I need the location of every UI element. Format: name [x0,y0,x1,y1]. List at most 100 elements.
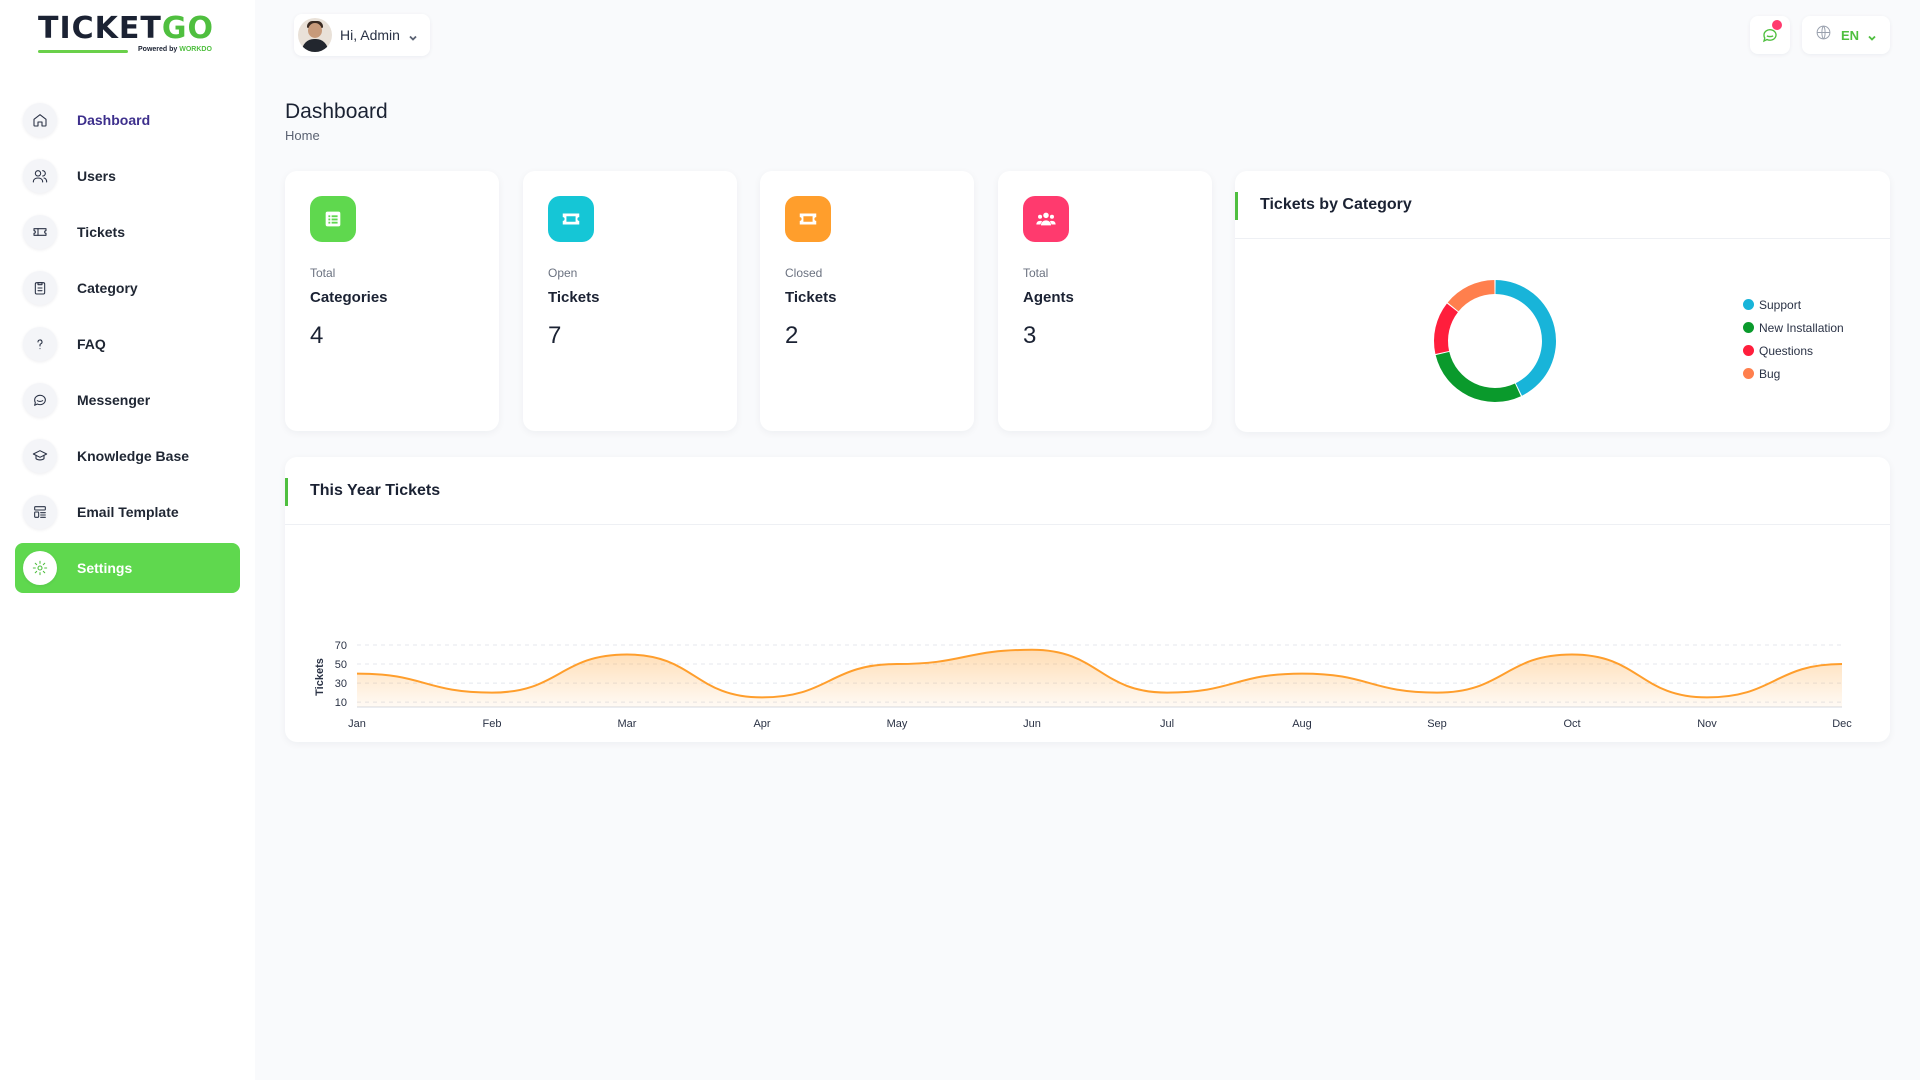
stat-value: 3 [1023,322,1037,349]
panel-header: This Year Tickets [285,457,1890,525]
panel-title: This Year Tickets [310,481,441,499]
y-tick-label: 30 [335,678,347,690]
legend-swatch [1743,345,1754,356]
stat-label: Agents [1023,289,1074,306]
this-year-tickets-panel: This Year Tickets 10 30 50 70 Jan Feb Mar Apr Ma… [285,457,1890,742]
language-selector[interactable]: EN [1802,16,1890,54]
x-tick-label: Sep [1427,718,1447,730]
avatar [298,18,332,52]
sidebar-item-label: Category [77,280,138,296]
donut-slice-new-installation[interactable] [1435,351,1521,402]
team-icon [1023,196,1069,242]
chevron-down-icon [408,30,418,41]
notification-dot [1772,20,1782,30]
x-tick-label: Dec [1832,718,1852,730]
messages-button[interactable] [1750,16,1790,54]
legend-label: Bug [1759,366,1781,381]
stat-card-closed-tickets: Closed Tickets 2 [760,171,974,431]
sidebar: TICKETGO Powered by WORKDO Dashboard Use… [0,0,255,1080]
legend-item[interactable]: Questions [1743,339,1844,362]
language-code: EN [1840,27,1860,43]
y-tick-label: 50 [335,659,347,671]
panel-header: Tickets by Category [1235,171,1890,239]
sidebar-item-label: Dashboard [77,112,151,128]
donut-slice-questions[interactable] [1434,303,1458,354]
ticket-icon [785,196,831,242]
stat-caption: Closed [785,266,823,280]
legend-swatch [1743,322,1754,333]
users-icon [23,159,57,193]
x-tick-label: Apr [753,718,770,730]
stat-label: Categories [310,289,388,306]
stat-card-categories: Total Categories 4 [285,171,499,431]
area-fill [357,649,1842,707]
stat-card-agents: Total Agents 3 [998,171,1212,431]
globe-icon [1815,24,1832,46]
tickets-by-category-panel: Tickets by Category Support New Installat… [1235,171,1890,432]
y-tick-label: 10 [335,697,347,709]
stat-label: Tickets [548,289,600,306]
y-axis-title: Tickets [314,658,326,696]
chevron-down-icon [1867,30,1877,41]
list-icon [310,196,356,242]
sidebar-item-settings[interactable]: Settings [15,543,240,593]
tickets-area-chart: 10 30 50 70 Jan Feb Mar Apr May Jun Jul Aug Sep Oct No… [314,640,1852,730]
legend-item[interactable]: Bug [1743,362,1844,385]
stat-card-open-tickets: Open Tickets 7 [523,171,737,431]
donut-slice-support[interactable] [1495,280,1556,396]
question-icon [23,327,57,361]
stat-value: 7 [548,322,562,349]
sidebar-nav: Dashboard Users Tickets Category FAQ Mes… [15,95,240,599]
legend-swatch [1743,368,1754,379]
stat-value: 4 [310,322,324,349]
y-tick-label: 70 [335,640,347,652]
sidebar-item-label: Email Template [77,504,179,520]
x-tick-label: Aug [1292,718,1312,730]
gear-icon [23,551,57,585]
breadcrumb[interactable]: Home [285,128,320,143]
sidebar-item-dashboard[interactable]: Dashboard [15,95,240,145]
sidebar-item-knowledge-base[interactable]: Knowledge Base [15,431,240,481]
sidebar-item-category[interactable]: Category [15,263,240,313]
ticket-icon [548,196,594,242]
graduation-cap-icon [23,439,57,473]
page-title: Dashboard [285,100,388,123]
x-tick-label: Oct [1563,718,1580,730]
stat-value: 2 [785,322,799,349]
legend-label: Questions [1759,343,1814,358]
sidebar-item-label: Messenger [77,392,151,408]
home-icon [23,103,57,137]
legend-item[interactable]: Support [1743,293,1844,316]
sidebar-item-label: Settings [77,560,133,576]
stat-label: Tickets [785,289,837,306]
logo-powered-by: Powered by WORKDO [138,46,212,53]
sidebar-item-label: Users [77,168,116,184]
panel-title: Tickets by Category [1260,195,1412,213]
stat-caption: Total [310,266,336,280]
x-tick-label: May [887,718,908,730]
legend-label: Support [1759,297,1802,312]
stat-caption: Total [1023,266,1049,280]
sidebar-item-email-template[interactable]: Email Template [15,487,240,537]
x-tick-label: Jan [348,718,366,730]
ticketgo-logo[interactable]: TICKETGO Powered by WORKDO [38,14,218,60]
sidebar-item-messenger[interactable]: Messenger [15,375,240,425]
chart-legend: Support New Installation Questions Bug [1743,293,1844,385]
sidebar-item-label: Tickets [77,224,125,240]
x-tick-label: Nov [1697,718,1717,730]
x-tick-label: Jul [1160,718,1174,730]
x-tick-label: Feb [483,718,502,730]
user-menu[interactable]: Hi, Admin [294,14,430,56]
x-tick-label: Mar [618,718,637,730]
legend-item[interactable]: New Installation [1743,316,1844,339]
legend-label: New Installation [1759,320,1844,335]
clipboard-icon [23,271,57,305]
sidebar-item-tickets[interactable]: Tickets [15,207,240,257]
donut-slice-bug[interactable] [1447,280,1495,312]
sidebar-item-users[interactable]: Users [15,151,240,201]
template-icon [23,495,57,529]
sidebar-item-faq[interactable]: FAQ [15,319,240,369]
user-greeting: Hi, Admin [340,27,400,43]
ticket-icon [23,215,57,249]
x-tick-label: Jun [1023,718,1041,730]
